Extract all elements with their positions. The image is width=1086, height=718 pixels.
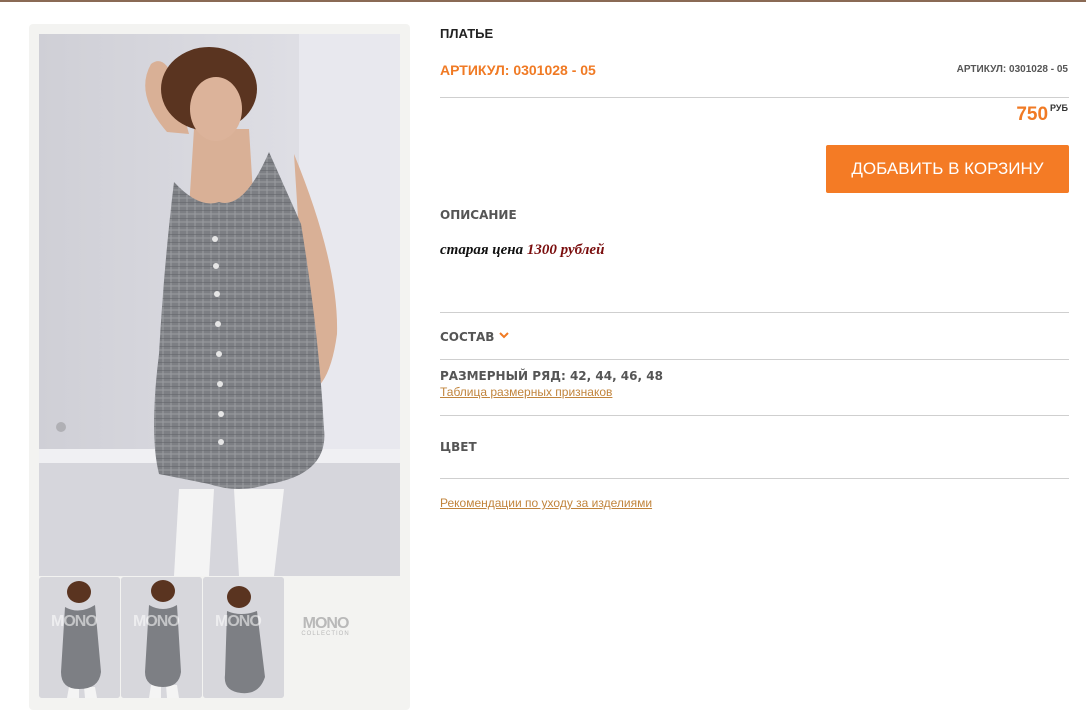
watermark-text: MONO xyxy=(133,613,180,630)
thumbnail-photo xyxy=(203,577,284,698)
divider xyxy=(440,415,1069,416)
thumbnail-logo[interactable]: MONO COLLECTION xyxy=(285,577,366,698)
size-range: РАЗМЕРНЫЙ РЯД: 42, 44, 46, 48 xyxy=(440,369,663,383)
main-product-photo[interactable] xyxy=(39,34,400,576)
watermark-text: MONO xyxy=(215,613,262,630)
brand-logo-subtitle: COLLECTION xyxy=(301,631,350,637)
color-heading: ЦВЕТ xyxy=(440,440,477,454)
composition-toggle[interactable]: СОСТАВ xyxy=(440,328,510,344)
old-price-label: старая цена xyxy=(440,242,524,258)
divider xyxy=(440,478,1069,479)
size-table-link[interactable]: Таблица размерных признаков xyxy=(440,385,612,399)
product-title: ПЛАТЬЕ xyxy=(440,26,494,41)
chevron-down-icon xyxy=(499,328,510,342)
price-currency: РУБ xyxy=(1050,103,1068,113)
thumbnail-1[interactable]: MONO xyxy=(39,577,120,698)
divider xyxy=(440,312,1069,313)
description-heading: ОПИСАНИЕ xyxy=(440,208,517,222)
price: 750 РУБ xyxy=(1016,103,1068,126)
price-value: 750 xyxy=(1016,104,1049,125)
product-sku: АРТИКУЛ: 0301028 - 05 xyxy=(440,62,596,78)
model-in-dress-image xyxy=(39,34,400,576)
thumbnail-3[interactable]: MONO xyxy=(203,577,284,698)
old-price-note: старая цена 1300 рублей xyxy=(440,242,604,259)
watermark-text: MONO xyxy=(51,613,98,630)
add-to-cart-button[interactable]: ДОБАВИТЬ В КОРЗИНУ xyxy=(826,145,1069,193)
divider xyxy=(440,359,1069,360)
care-instructions-link[interactable]: Рекомендации по уходу за изделиями xyxy=(440,496,652,510)
thumbnail-photo xyxy=(39,577,120,698)
divider xyxy=(440,97,1069,98)
thumbnail-2[interactable]: MONO xyxy=(121,577,202,698)
product-gallery: MONO MONO MONO MONO COLLECTION xyxy=(29,24,410,710)
thumbnail-photo xyxy=(121,577,202,698)
product-sku-secondary: АРТИКУЛ: 0301028 - 05 xyxy=(956,64,1068,75)
top-border xyxy=(0,0,1086,2)
old-price-amount: 1300 рублей xyxy=(526,242,605,258)
composition-heading: СОСТАВ xyxy=(440,330,495,344)
